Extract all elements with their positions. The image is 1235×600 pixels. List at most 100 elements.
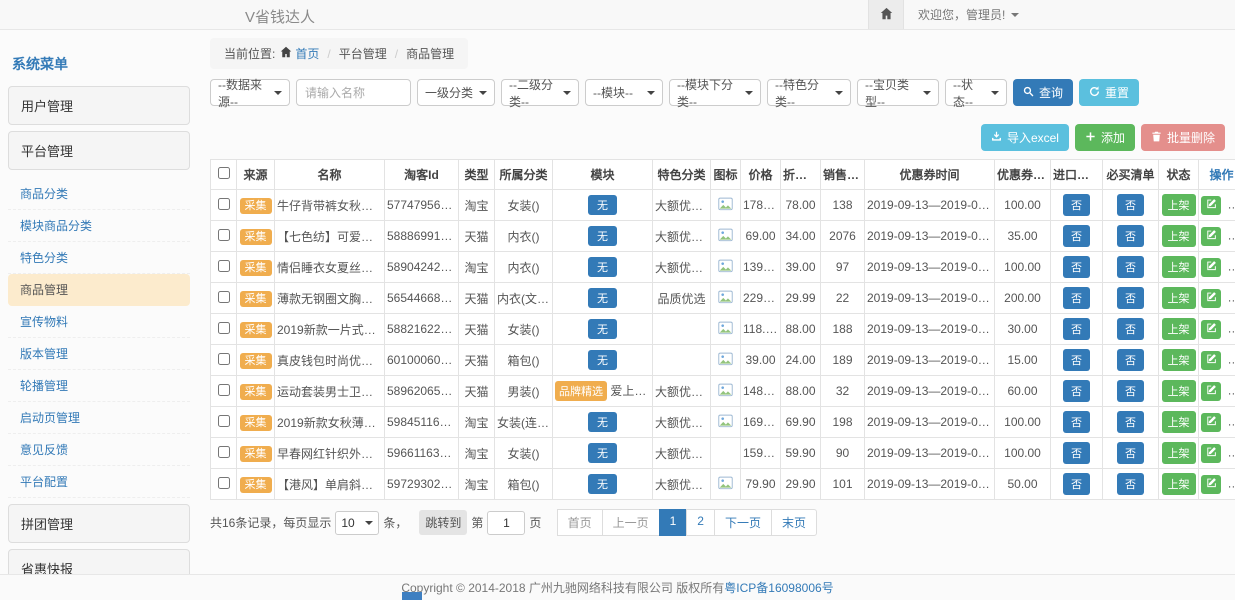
sidebar-subitem[interactable]: 模块商品分类: [8, 210, 190, 242]
status-toggle[interactable]: 上架: [1162, 349, 1196, 371]
import-select-toggle[interactable]: 否: [1063, 411, 1090, 433]
must-buy-toggle[interactable]: 否: [1117, 411, 1144, 433]
edit-button[interactable]: [1201, 320, 1221, 339]
delete-button[interactable]: [1227, 320, 1235, 339]
pager-item[interactable]: 1: [659, 509, 688, 536]
edit-button[interactable]: [1201, 196, 1221, 215]
breadcrumb-home-link[interactable]: 首页: [280, 45, 319, 62]
must-buy-toggle[interactable]: 否: [1117, 349, 1144, 371]
search-button[interactable]: 查询: [1013, 79, 1073, 106]
sidebar-group[interactable]: 省惠快报: [8, 549, 190, 574]
row-checkbox[interactable]: [218, 229, 230, 241]
pager-item[interactable]: 下一页: [714, 509, 772, 536]
edit-button[interactable]: [1201, 351, 1221, 370]
pager-item[interactable]: 首页: [557, 509, 603, 536]
delete-button[interactable]: [1227, 196, 1235, 215]
row-checkbox[interactable]: [218, 198, 230, 210]
edit-button[interactable]: [1201, 413, 1221, 432]
sidebar-group-platform[interactable]: 平台管理: [8, 131, 190, 170]
import-select-toggle[interactable]: 否: [1063, 442, 1090, 464]
delete-button[interactable]: [1227, 444, 1235, 463]
import-select-toggle[interactable]: 否: [1063, 349, 1090, 371]
import-select-toggle[interactable]: 否: [1063, 256, 1090, 278]
delete-button[interactable]: [1227, 351, 1235, 370]
sidebar-subitem[interactable]: 平台配置: [8, 466, 190, 498]
status-toggle[interactable]: 上架: [1162, 442, 1196, 464]
filter-level1-select[interactable]: 一级分类: [417, 79, 495, 106]
sidebar-subitem[interactable]: 版本管理: [8, 338, 190, 370]
delete-button[interactable]: [1227, 227, 1235, 246]
must-buy-toggle[interactable]: 否: [1117, 442, 1144, 464]
delete-button[interactable]: [1227, 382, 1235, 401]
status-toggle[interactable]: 上架: [1162, 287, 1196, 309]
import-select-toggle[interactable]: 否: [1063, 287, 1090, 309]
status-toggle[interactable]: 上架: [1162, 225, 1196, 247]
per-page-select[interactable]: 10: [335, 511, 379, 535]
must-buy-toggle[interactable]: 否: [1117, 318, 1144, 340]
home-button[interactable]: [868, 0, 904, 29]
status-toggle[interactable]: 上架: [1162, 256, 1196, 278]
filter-module-sub-select[interactable]: --模块下分类--: [669, 79, 761, 106]
filter-feature-select[interactable]: --特色分类--: [767, 79, 851, 106]
import-select-toggle[interactable]: 否: [1063, 380, 1090, 402]
filter-module-select[interactable]: --模块--: [585, 79, 663, 106]
import-excel-button[interactable]: 导入excel: [981, 124, 1069, 151]
row-checkbox[interactable]: [218, 415, 230, 427]
filter-data-source-select[interactable]: --数据来源--: [210, 79, 290, 106]
edit-button[interactable]: [1201, 289, 1221, 308]
reset-button[interactable]: 重置: [1079, 79, 1139, 106]
must-buy-toggle[interactable]: 否: [1117, 225, 1144, 247]
add-button[interactable]: 添加: [1075, 124, 1135, 151]
sidebar-subitem[interactable]: 启动页管理: [8, 402, 190, 434]
sidebar-subitem[interactable]: 商品分类: [8, 178, 190, 210]
status-toggle[interactable]: 上架: [1162, 318, 1196, 340]
must-buy-toggle[interactable]: 否: [1117, 473, 1144, 495]
jump-button[interactable]: 跳转到: [419, 510, 467, 535]
select-all-checkbox[interactable]: [218, 167, 230, 179]
sidebar-subitem[interactable]: 意见反馈: [8, 434, 190, 466]
row-checkbox[interactable]: [218, 446, 230, 458]
row-checkbox[interactable]: [218, 291, 230, 303]
status-toggle[interactable]: 上架: [1162, 380, 1196, 402]
filter-status-select[interactable]: --状态--: [945, 79, 1007, 106]
import-select-toggle[interactable]: 否: [1063, 194, 1090, 216]
icp-link[interactable]: 粤ICP备16098006号: [724, 579, 833, 596]
sidebar-group-users[interactable]: 用户管理: [8, 86, 190, 125]
delete-button[interactable]: [1227, 413, 1235, 432]
edit-button[interactable]: [1201, 382, 1221, 401]
row-checkbox[interactable]: [218, 322, 230, 334]
status-toggle[interactable]: 上架: [1162, 473, 1196, 495]
row-checkbox[interactable]: [218, 260, 230, 272]
filter-level2-select[interactable]: --二级分类--: [501, 79, 579, 106]
delete-button[interactable]: [1227, 289, 1235, 308]
edit-button[interactable]: [1201, 444, 1221, 463]
jump-page-input[interactable]: [487, 511, 525, 535]
sidebar-subitem[interactable]: 商品管理: [8, 274, 190, 306]
import-select-toggle[interactable]: 否: [1063, 225, 1090, 247]
sidebar-subitem[interactable]: 轮播管理: [8, 370, 190, 402]
sidebar-group[interactable]: 拼团管理: [8, 504, 190, 543]
must-buy-toggle[interactable]: 否: [1117, 287, 1144, 309]
pager-item[interactable]: 末页: [771, 509, 817, 536]
must-buy-toggle[interactable]: 否: [1117, 194, 1144, 216]
import-select-toggle[interactable]: 否: [1063, 318, 1090, 340]
sidebar-subitem[interactable]: 特色分类: [8, 242, 190, 274]
user-menu[interactable]: 欢迎您，管理员!: [904, 0, 1033, 29]
edit-button[interactable]: [1201, 227, 1221, 246]
filter-item-type-select[interactable]: --宝贝类型--: [857, 79, 939, 106]
import-select-toggle[interactable]: 否: [1063, 473, 1090, 495]
sidebar-subitem[interactable]: 宣传物料: [8, 306, 190, 338]
delete-button[interactable]: [1227, 475, 1235, 494]
pager-item[interactable]: 上一页: [602, 509, 660, 536]
must-buy-toggle[interactable]: 否: [1117, 380, 1144, 402]
delete-button[interactable]: [1227, 258, 1235, 277]
row-checkbox[interactable]: [218, 477, 230, 489]
must-buy-toggle[interactable]: 否: [1117, 256, 1144, 278]
edit-button[interactable]: [1201, 475, 1221, 494]
row-checkbox[interactable]: [218, 384, 230, 396]
batch-delete-button[interactable]: 批量删除: [1141, 124, 1225, 151]
row-checkbox[interactable]: [218, 353, 230, 365]
pager-item[interactable]: 2: [686, 509, 715, 536]
filter-name-input[interactable]: [296, 79, 411, 106]
status-toggle[interactable]: 上架: [1162, 194, 1196, 216]
